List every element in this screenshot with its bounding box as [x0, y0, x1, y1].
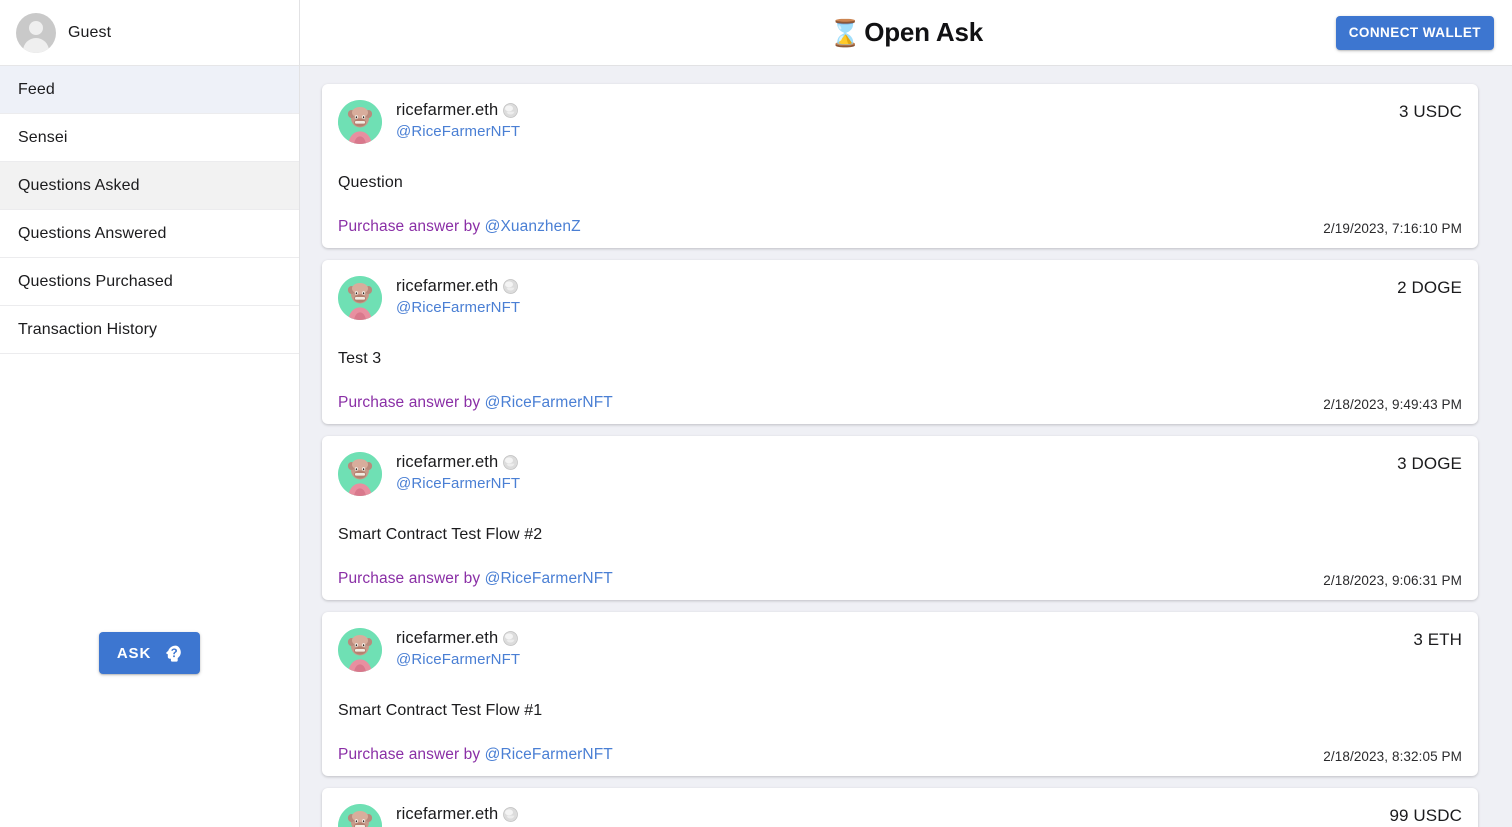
avatar [338, 276, 382, 320]
ask-button[interactable]: ASK [99, 632, 200, 674]
card-header: ricefarmer.eth @RiceFarmerNFT 3 U [338, 100, 1462, 144]
ask-button-container: ASK [0, 632, 299, 674]
ask-button-label: ASK [117, 645, 151, 662]
avatar [338, 804, 382, 827]
purchase-answer-link[interactable]: Purchase answer by @RiceFarmerNFT [338, 746, 613, 764]
card-header: ricefarmer.eth @RiceFarmerNFT 3 D [338, 452, 1462, 496]
bounty-amount: 3 USDC [1399, 100, 1462, 122]
purchase-answer-link[interactable]: Purchase answer by @RiceFarmerNFT [338, 394, 613, 412]
author-name-line: ricefarmer.eth [396, 277, 1383, 296]
main-pane: ⌛ Open Ask CONNECT WALLET [300, 0, 1512, 827]
author-display-name: ricefarmer.eth [396, 805, 498, 824]
timestamp: 2/18/2023, 9:49:43 PM [1323, 397, 1462, 412]
timestamp: 2/18/2023, 9:06:31 PM [1323, 573, 1462, 588]
sidebar-nav: Feed Sensei Questions Asked Questions An… [0, 66, 299, 354]
questions-feed-list: ricefarmer.eth @RiceFarmerNFT 3 U [300, 66, 1512, 827]
sidebar-item-label: Questions Asked [18, 177, 140, 195]
author-display-name: ricefarmer.eth [396, 101, 498, 120]
card-identity: ricefarmer.eth @RiceFarmerNFT [396, 276, 1383, 316]
sidebar-item-label: Transaction History [18, 321, 157, 339]
sidebar-profile[interactable]: Guest [0, 0, 299, 66]
sidebar-item-label: Questions Purchased [18, 273, 173, 291]
app-title: ⌛ Open Ask [300, 17, 1512, 48]
timestamp: 2/19/2023, 7:16:10 PM [1323, 221, 1462, 236]
question-text: Question [338, 174, 1462, 192]
question-card[interactable]: ricefarmer.eth @RiceFarmerNFT 3 U [322, 84, 1478, 248]
author-name-line: ricefarmer.eth [396, 805, 1375, 824]
answerer-handle: @XuanzhenZ [485, 218, 581, 235]
author-handle-link[interactable]: @RiceFarmerNFT [396, 475, 1383, 492]
card-identity: ricefarmer.eth @RiceFarmerNFT [396, 628, 1399, 668]
purchase-answer-prefix: Purchase answer by [338, 394, 485, 411]
author-display-name: ricefarmer.eth [396, 629, 498, 648]
head-question-mark-icon [163, 644, 182, 663]
badge-icon [503, 279, 518, 294]
question-text: Smart Contract Test Flow #1 [338, 702, 1462, 720]
bounty-amount: 99 USDC [1389, 804, 1462, 826]
sidebar-item-label: Feed [18, 81, 55, 99]
top-bar: ⌛ Open Ask CONNECT WALLET [300, 0, 1512, 66]
sidebar-item-feed[interactable]: Feed [0, 66, 299, 114]
bounty-amount: 3 DOGE [1397, 452, 1462, 474]
card-footer: Purchase answer by @RiceFarmerNFT 2/18/2… [338, 394, 1462, 412]
author-handle-link[interactable]: @RiceFarmerNFT [396, 651, 1399, 668]
sidebar-item-questions-purchased[interactable]: Questions Purchased [0, 258, 299, 306]
badge-icon [503, 455, 518, 470]
purchase-answer-prefix: Purchase answer by [338, 746, 485, 763]
card-footer: Purchase answer by @RiceFarmerNFT 2/18/2… [338, 746, 1462, 764]
author-handle-link[interactable]: @RiceFarmerNFT [396, 123, 1385, 140]
sidebar-item-label: Questions Answered [18, 225, 167, 243]
answerer-handle: @RiceFarmerNFT [485, 746, 613, 763]
bounty-amount: 3 ETH [1413, 628, 1462, 650]
question-text: Smart Contract Test Flow #2 [338, 526, 1462, 544]
sidebar-item-transaction-history[interactable]: Transaction History [0, 306, 299, 354]
card-header: ricefarmer.eth @RiceFarmerNFT 2 D [338, 276, 1462, 320]
connect-wallet-button[interactable]: CONNECT WALLET [1336, 16, 1494, 50]
sidebar: Guest Feed Sensei Questions Asked Questi… [0, 0, 300, 827]
author-name-line: ricefarmer.eth [396, 629, 1399, 648]
purchase-answer-prefix: Purchase answer by [338, 570, 485, 587]
bounty-amount: 2 DOGE [1397, 276, 1462, 298]
badge-icon [503, 807, 518, 822]
sidebar-item-questions-asked[interactable]: Questions Asked [0, 162, 299, 210]
card-footer: Purchase answer by @XuanzhenZ 2/19/2023,… [338, 218, 1462, 236]
person-avatar-icon [16, 13, 56, 53]
card-header: ricefarmer.eth @RiceFarmerNFT 99 [338, 804, 1462, 827]
page-title: Open Ask [864, 17, 983, 48]
question-card[interactable]: ricefarmer.eth @RiceFarmerNFT 3 E [322, 612, 1478, 776]
profile-name: Guest [68, 24, 111, 42]
purchase-answer-link[interactable]: Purchase answer by @RiceFarmerNFT [338, 570, 613, 588]
sidebar-item-sensei[interactable]: Sensei [0, 114, 299, 162]
author-handle-link[interactable]: @RiceFarmerNFT [396, 299, 1383, 316]
answerer-handle: @RiceFarmerNFT [485, 394, 613, 411]
question-text: Test 3 [338, 350, 1462, 368]
purchase-answer-link[interactable]: Purchase answer by @XuanzhenZ [338, 218, 581, 236]
avatar [338, 100, 382, 144]
avatar [338, 452, 382, 496]
card-identity: ricefarmer.eth @RiceFarmerNFT [396, 452, 1383, 492]
badge-icon [503, 103, 518, 118]
question-card[interactable]: ricefarmer.eth @RiceFarmerNFT 2 D [322, 260, 1478, 424]
purchase-answer-prefix: Purchase answer by [338, 218, 485, 235]
question-card[interactable]: ricefarmer.eth @RiceFarmerNFT 99 [322, 788, 1478, 827]
question-card[interactable]: ricefarmer.eth @RiceFarmerNFT 3 D [322, 436, 1478, 600]
sidebar-item-label: Sensei [18, 129, 68, 147]
author-display-name: ricefarmer.eth [396, 277, 498, 296]
app-root: Guest Feed Sensei Questions Asked Questi… [0, 0, 1512, 827]
card-identity: ricefarmer.eth @RiceFarmerNFT [396, 100, 1385, 140]
sidebar-item-questions-answered[interactable]: Questions Answered [0, 210, 299, 258]
timestamp: 2/18/2023, 8:32:05 PM [1323, 749, 1462, 764]
hourglass-done-icon: ⌛ [829, 20, 861, 46]
author-name-line: ricefarmer.eth [396, 101, 1385, 120]
author-display-name: ricefarmer.eth [396, 453, 498, 472]
card-identity: ricefarmer.eth @RiceFarmerNFT [396, 804, 1375, 827]
avatar [338, 628, 382, 672]
card-header: ricefarmer.eth @RiceFarmerNFT 3 E [338, 628, 1462, 672]
author-name-line: ricefarmer.eth [396, 453, 1383, 472]
answerer-handle: @RiceFarmerNFT [485, 570, 613, 587]
badge-icon [503, 631, 518, 646]
card-footer: Purchase answer by @RiceFarmerNFT 2/18/2… [338, 570, 1462, 588]
